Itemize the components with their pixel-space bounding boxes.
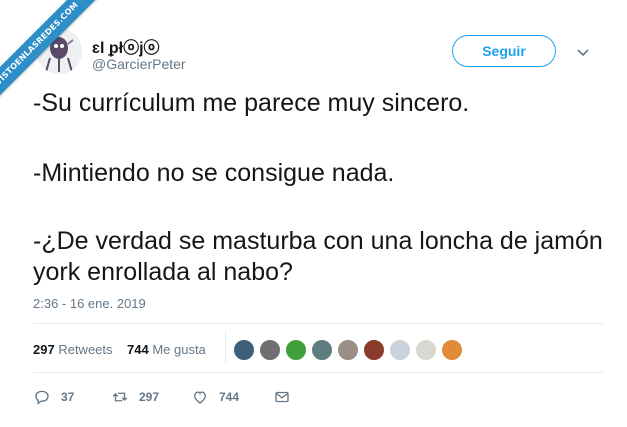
liker-avatar-6[interactable] bbox=[363, 339, 385, 361]
liker-avatar-4[interactable] bbox=[311, 339, 333, 361]
retweet-count: 297 bbox=[139, 390, 160, 404]
like-button[interactable]: 744 bbox=[191, 388, 239, 406]
retweet-button[interactable]: 297 bbox=[111, 388, 159, 406]
follow-button[interactable]: Seguir bbox=[452, 35, 556, 67]
tweet-line: -¿De verdad se masturba con una loncha d… bbox=[33, 227, 610, 286]
divider bbox=[33, 372, 603, 373]
tweet-stats: 297 Retweets 744 Me gusta bbox=[33, 342, 206, 357]
retweet-icon bbox=[112, 392, 128, 402]
liker-avatar-2[interactable] bbox=[259, 339, 281, 361]
message-button[interactable] bbox=[273, 388, 291, 406]
likes-label[interactable]: Me gusta bbox=[152, 342, 205, 357]
reply-button[interactable]: 37 bbox=[33, 388, 74, 406]
chevron-down-icon[interactable] bbox=[575, 44, 591, 60]
liker-avatar-8[interactable] bbox=[415, 339, 437, 361]
tweet-timestamp[interactable]: 2:36 - 16 ene. 2019 bbox=[33, 296, 146, 311]
reply-icon bbox=[35, 390, 49, 405]
retweets-count[interactable]: 297 bbox=[33, 342, 55, 357]
stats-divider bbox=[225, 330, 226, 364]
user-handle[interactable]: @GarcierPeter bbox=[92, 56, 186, 72]
liker-avatar-9[interactable] bbox=[441, 339, 463, 361]
tweet-line: -Su currículum me parece muy sincero. bbox=[33, 89, 470, 117]
tweet-line: -Mintiendo no se consigue nada. bbox=[33, 159, 395, 187]
liker-avatar-5[interactable] bbox=[337, 339, 359, 361]
retweets-label[interactable]: Retweets bbox=[58, 342, 112, 357]
liker-avatar-1[interactable] bbox=[233, 339, 255, 361]
display-name[interactable]: ɛl ᵱłⓞjⓞ bbox=[92, 34, 160, 58]
liker-avatar-3[interactable] bbox=[285, 339, 307, 361]
like-count: 744 bbox=[219, 390, 240, 404]
liker-avatar-7[interactable] bbox=[389, 339, 411, 361]
envelope-icon bbox=[275, 391, 289, 403]
divider bbox=[33, 323, 603, 324]
heart-icon bbox=[194, 391, 206, 404]
likes-count[interactable]: 744 bbox=[127, 342, 149, 357]
reply-count: 37 bbox=[61, 390, 75, 404]
